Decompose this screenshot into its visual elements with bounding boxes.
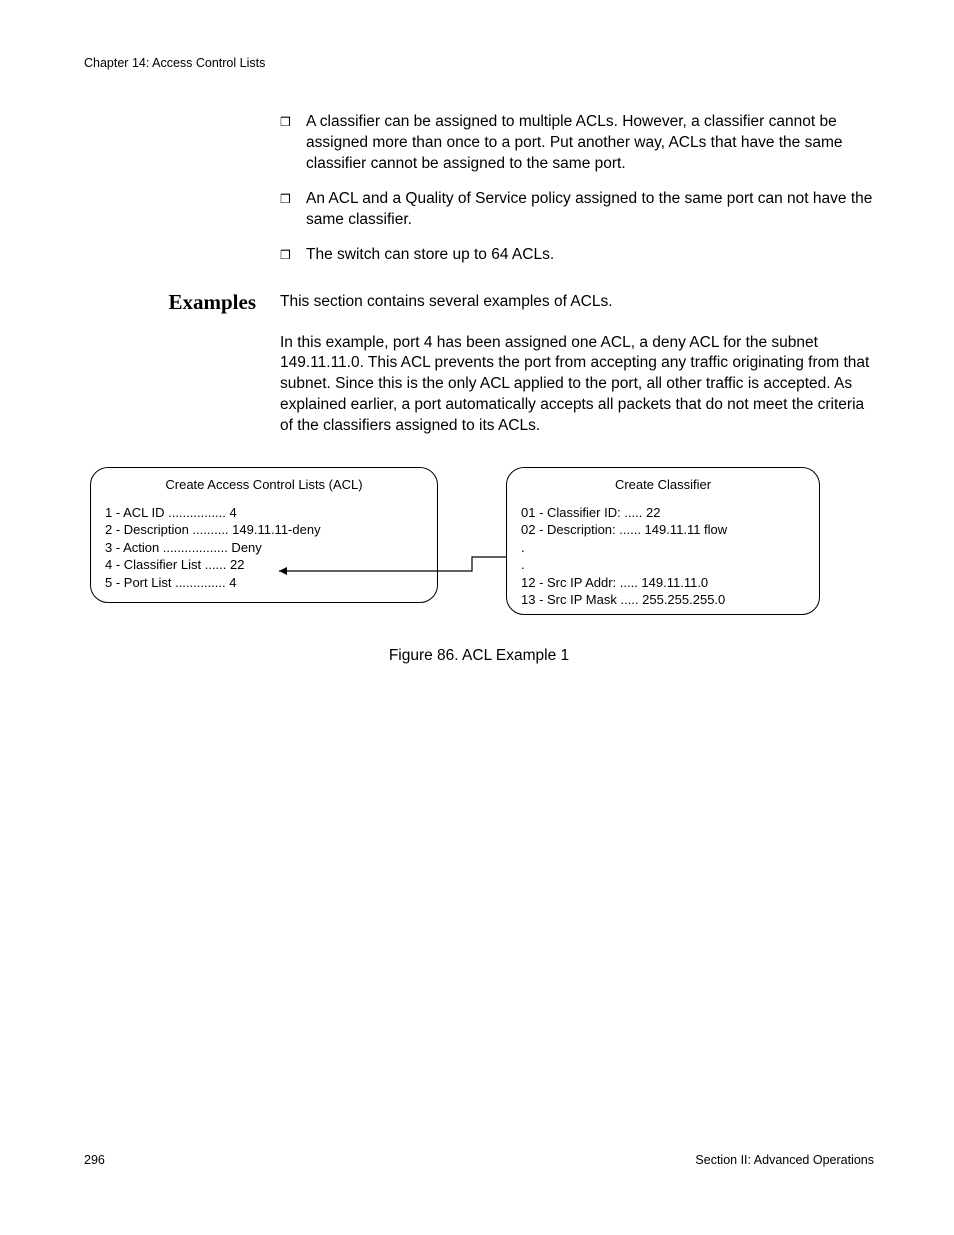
acl-panel-line: 5 - Port List .............. 4 <box>105 574 423 592</box>
example-paragraph: In this example, port 4 has been assigne… <box>280 333 874 438</box>
bullet-text: An ACL and a Quality of Service policy a… <box>306 189 874 231</box>
examples-intro: This section contains several examples o… <box>280 290 613 315</box>
page-footer: 296 Section II: Advanced Operations <box>84 1153 874 1167</box>
classifier-panel-line: 13 - Src IP Mask ..... 255.255.255.0 <box>521 591 805 609</box>
bullet-text: A classifier can be assigned to multiple… <box>306 112 874 175</box>
bullet-marker-icon: ❒ <box>280 245 306 263</box>
classifier-panel-line: 12 - Src IP Addr: ..... 149.11.11.0 <box>521 574 805 592</box>
examples-row: Examples This section contains several e… <box>84 290 874 315</box>
chapter-header: Chapter 14: Access Control Lists <box>84 56 874 70</box>
classifier-panel: Create Classifier 01 - Classifier ID: ..… <box>506 467 820 615</box>
bullet-item: ❒ A classifier can be assigned to multip… <box>280 112 874 175</box>
classifier-panel-line: . <box>521 539 805 557</box>
body-column: ❒ A classifier can be assigned to multip… <box>280 112 874 266</box>
figure-caption: Figure 86. ACL Example 1 <box>84 647 874 665</box>
bullet-marker-icon: ❒ <box>280 112 306 130</box>
bullet-marker-icon: ❒ <box>280 189 306 207</box>
bullet-item: ❒ An ACL and a Quality of Service policy… <box>280 189 874 231</box>
classifier-panel-line: 02 - Description: ...... 149.11.11 flow <box>521 521 805 539</box>
acl-panel-line: 3 - Action .................. Deny <box>105 539 423 557</box>
classifier-panel-line: 01 - Classifier ID: ..... 22 <box>521 504 805 522</box>
example-paragraph-wrap: In this example, port 4 has been assigne… <box>280 333 874 438</box>
classifier-panel-title: Create Classifier <box>521 476 805 494</box>
examples-heading: Examples <box>84 290 280 315</box>
acl-panel-line: 4 - Classifier List ...... 22 <box>105 556 423 574</box>
section-label: Section II: Advanced Operations <box>695 1153 874 1167</box>
bullet-item: ❒ The switch can store up to 64 ACLs. <box>280 245 874 266</box>
acl-panel: Create Access Control Lists (ACL) 1 - AC… <box>90 467 438 603</box>
acl-panel-line: 2 - Description .......... 149.11.11-den… <box>105 521 423 539</box>
acl-panel-line: 1 - ACL ID ................ 4 <box>105 504 423 522</box>
figure-area: Create Access Control Lists (ACL) 1 - AC… <box>84 467 874 627</box>
page-number: 296 <box>84 1153 105 1167</box>
acl-panel-title: Create Access Control Lists (ACL) <box>105 476 423 494</box>
bullet-text: The switch can store up to 64 ACLs. <box>306 245 874 266</box>
classifier-panel-line: . <box>521 556 805 574</box>
page-container: Chapter 14: Access Control Lists ❒ A cla… <box>0 0 954 1235</box>
